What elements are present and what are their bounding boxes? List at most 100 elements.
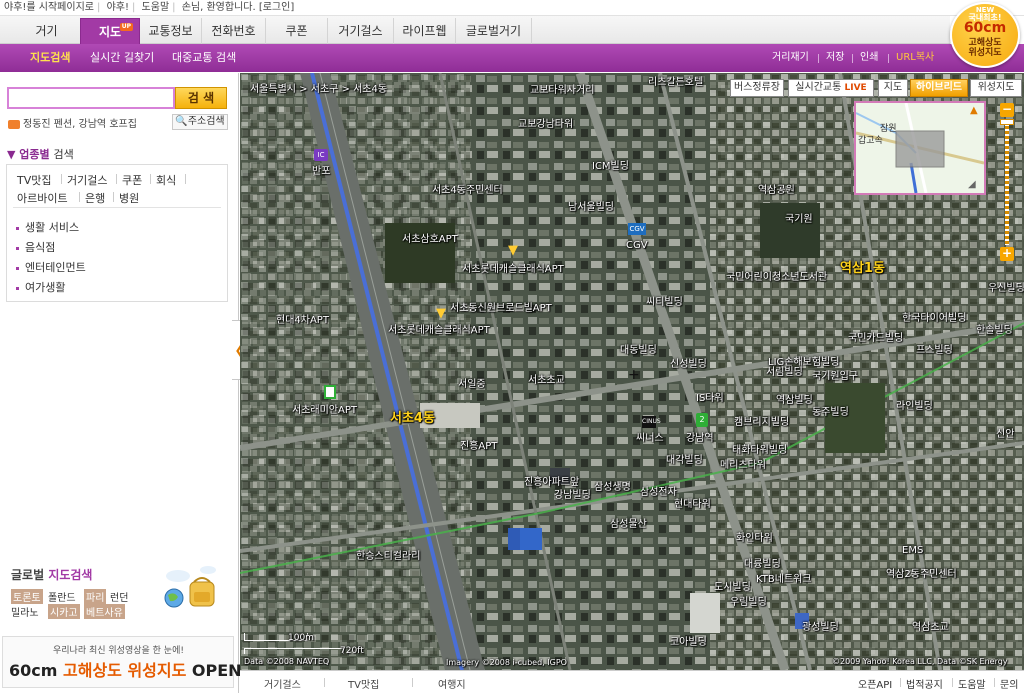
map-label[interactable]: 현대타워 [674, 495, 711, 510]
map-label[interactable]: 신안 [996, 425, 1014, 440]
map-label[interactable]: 우림빌딩 [730, 593, 767, 608]
breadcrumb-district[interactable]: 서초구 [311, 84, 339, 95]
open-api-link[interactable]: 오픈API [858, 676, 892, 691]
subnav-realtime-route[interactable]: 실시간 길찾기 [90, 44, 154, 72]
subnav-transit-search[interactable]: 대중교통 검색 [172, 44, 236, 72]
category-restaurant[interactable]: 음식점 [16, 239, 55, 255]
quick-link-hospital[interactable]: 병원 [119, 190, 139, 206]
map-label[interactable]: ICM빌딩 [592, 157, 629, 172]
map-label[interactable]: 국기원입구 [812, 367, 858, 382]
tab-global[interactable]: 글로벌거기 [456, 18, 532, 44]
tab-traffic[interactable]: 교통정보 [140, 18, 202, 44]
city-milan[interactable]: 밀라노 [11, 604, 39, 619]
cinus-marker-icon[interactable]: CINUS [642, 416, 661, 428]
map-label[interactable]: 화인타워 [736, 529, 773, 544]
satellite-promo-badge[interactable]: NEW 국내최초! 60cm 고해상도 위성지도 [948, 0, 1024, 70]
tab-coupon[interactable]: 쿠폰 [266, 18, 328, 44]
map-label[interactable]: 삼성물산 [610, 515, 647, 530]
map-label[interactable]: 서초래미안APT [292, 401, 357, 416]
map-label[interactable]: 서초삼호APT [402, 230, 458, 245]
city-third[interactable]: 베트사유 [84, 604, 125, 619]
map-label[interactable]: CGV [626, 240, 648, 251]
copy-url-button[interactable]: URL복사 [896, 44, 934, 72]
city-chicago[interactable]: 시카고 [48, 604, 80, 619]
contact-link[interactable]: 문의 [1000, 676, 1018, 691]
map-label[interactable]: 서초4동주민센터 [432, 181, 503, 196]
map-label[interactable]: 광성빌딩 [802, 618, 839, 633]
ic-marker-icon[interactable]: IC [314, 149, 328, 161]
subnav-map-search[interactable]: 지도검색 [30, 44, 70, 72]
map-label[interactable]: 남서울빌딩 [568, 198, 614, 213]
tab-geogi-girls[interactable]: 거기걸스 [328, 18, 394, 44]
tab-map[interactable]: 지도 UP [80, 18, 140, 44]
map-label[interactable]: 동주빌딩 [812, 403, 849, 418]
map-label[interactable]: 국민어린이청소년도서관 [726, 268, 827, 283]
overview-minimap[interactable]: 잠원 갑고속 ▲ ◢ [854, 101, 986, 195]
quick-link-tv-food[interactable]: TV맛집 [17, 172, 51, 188]
map-label[interactable]: KTB네트워크 [756, 570, 812, 585]
help-link[interactable]: 도움말 [142, 2, 170, 13]
map-district-label[interactable]: 서초4동 [390, 407, 435, 426]
zoom-track[interactable] [1005, 119, 1009, 245]
map-label[interactable]: 씨너스 [636, 429, 664, 444]
print-button[interactable]: 인쇄 [860, 44, 878, 72]
map-label[interactable]: 태화타워빌딩 [732, 441, 787, 456]
map-label[interactable]: 역삼초교 [912, 618, 949, 633]
map-label[interactable]: 역삼공원 [758, 181, 795, 196]
footer-tab-travel[interactable]: 여행지 [438, 676, 466, 691]
map-label[interactable]: 국민카드빌딩 [848, 329, 903, 344]
breadcrumb-city[interactable]: 서울특별시 [250, 84, 296, 95]
breadcrumb-dong[interactable]: 서초4동 [353, 84, 387, 95]
map-label[interactable]: 우신빌딩 [988, 279, 1024, 294]
category-entertainment[interactable]: 엔터테인먼트 [16, 259, 86, 275]
map-label[interactable]: 한국타이어빌딩 [902, 309, 966, 324]
map-label[interactable]: 서초롯데캐슬클래식APT [388, 321, 490, 336]
apartment-marker-icon[interactable]: ▼ [508, 243, 518, 258]
minimap-resize-icon[interactable]: ◢ [968, 179, 976, 190]
map-label[interactable]: 진흥APT [460, 437, 497, 452]
map-label[interactable]: 프스빌딩 [916, 341, 953, 356]
city-london[interactable]: 런던 [110, 589, 128, 604]
cgv-marker-icon[interactable]: CGV [628, 223, 646, 235]
minimap-collapse-icon[interactable]: ▲ [970, 105, 978, 116]
map-label[interactable]: 대동빌딩 [620, 341, 657, 356]
footer-tab-tv-food[interactable]: TV맛집 [348, 676, 379, 691]
map-label[interactable]: 한솔빌딩 [976, 321, 1013, 336]
save-button[interactable]: 저장 [826, 44, 844, 72]
map-label[interactable]: 대륭빌딩 [744, 555, 781, 570]
tab-lifeweb[interactable]: 라이프웹 [394, 18, 456, 44]
map-label[interactable]: 씨티빌딩 [646, 293, 683, 308]
map-label[interactable]: 역삼2동주민센터 [886, 565, 957, 580]
city-toronto[interactable]: 토론토 [11, 589, 43, 604]
zoom-slider-handle[interactable] [1000, 119, 1014, 125]
address-search-button[interactable]: 🔍주소검색 [172, 114, 228, 130]
map-label[interactable]: 강남역 [686, 429, 714, 444]
map-canvas[interactable]: 리츠칼튼호텔 교보타워사거리 교보강남타워 ICM빌딩 서초4동주민센터 남서울… [240, 73, 1024, 670]
map-label[interactable]: 도시빌딩 [714, 578, 751, 593]
legal-link[interactable]: 법적공지 [906, 676, 943, 691]
map-view-button[interactable]: 지도 [878, 79, 908, 97]
zoom-out-icon[interactable]: − [1000, 103, 1014, 117]
map-label[interactable]: 삼성생명 [594, 478, 631, 493]
map-label[interactable]: 대각빌딩 [666, 451, 703, 466]
city-paris[interactable]: 파리 [84, 589, 107, 604]
map-label[interactable]: 서초롯데캐슬클래식APT [462, 260, 564, 275]
subway-line2-icon[interactable]: 2 [696, 413, 708, 427]
category-living-service[interactable]: 생활 서비스 [16, 219, 79, 235]
category-leisure[interactable]: 여가생활 [16, 279, 65, 295]
map-label[interactable]: 강남빌딩 [554, 486, 591, 501]
map-label[interactable]: 리츠칼튼호텔 [648, 73, 703, 88]
realtime-traffic-button[interactable]: 실시간교통 LIVE [788, 79, 874, 97]
map-label[interactable]: 서림빌딩 [766, 363, 803, 378]
tab-phone[interactable]: 전화번호 [202, 18, 266, 44]
map-label[interactable]: EMS [902, 545, 923, 556]
map-label[interactable]: 교보강남타워 [518, 115, 573, 130]
map-label[interactable]: 캠브리지빌딩 [734, 413, 789, 428]
yahoo-link[interactable]: 야후! [107, 2, 129, 13]
search-input[interactable] [7, 87, 175, 109]
footer-tab-geogi-girls[interactable]: 거기걸스 [264, 676, 301, 691]
measure-distance-button[interactable]: 거리재기 [772, 44, 809, 72]
map-label[interactable]: 코아빌딩 [670, 633, 707, 648]
map-label[interactable]: 서초초교 [528, 371, 565, 386]
quick-link-parttime[interactable]: 아르바이트 [17, 190, 68, 206]
